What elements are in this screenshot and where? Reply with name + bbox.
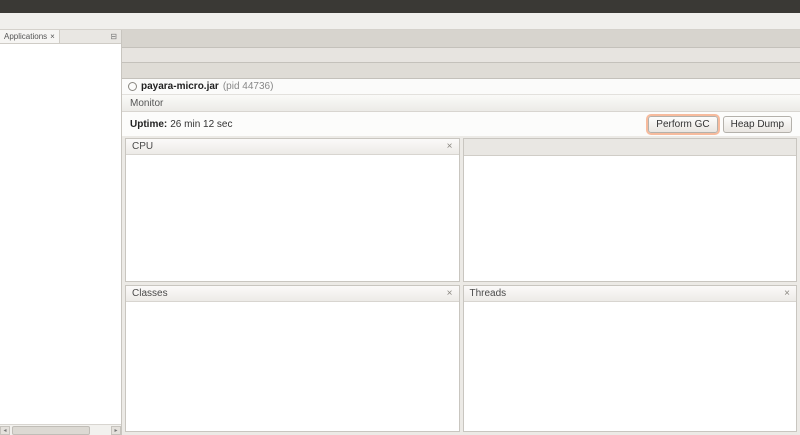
sidebar-header: Applications × ⊟ xyxy=(0,30,121,44)
minimize-icon[interactable]: ⊟ xyxy=(106,32,121,41)
applications-tree xyxy=(0,44,121,424)
cpu-chart xyxy=(126,159,459,256)
scroll-right-icon[interactable]: ▸ xyxy=(111,426,121,435)
threads-legend xyxy=(464,418,797,431)
applications-tab[interactable]: Applications × xyxy=(0,30,60,43)
uptime-value: 26 min 12 sec xyxy=(170,119,232,130)
cpu-legend xyxy=(126,268,459,281)
breadcrumb: payara-micro.jar (pid 44736) xyxy=(122,79,800,95)
breadcrumb-app: payara-micro.jar xyxy=(141,81,219,92)
close-icon[interactable]: × xyxy=(50,32,55,41)
heap-chart xyxy=(464,160,797,256)
close-icon[interactable]: × xyxy=(447,141,453,152)
breadcrumb-pid: (pid 44736) xyxy=(223,81,274,92)
close-icon[interactable]: × xyxy=(784,288,790,299)
perform-gc-button[interactable]: Perform GC xyxy=(648,116,717,133)
uptime-row: Uptime: 26 min 12 sec Perform GC Heap Du… xyxy=(122,112,800,136)
heap-dump-button[interactable]: Heap Dump xyxy=(723,116,792,133)
application-icon xyxy=(128,82,137,91)
heap-legend xyxy=(464,268,797,281)
scrollbar-thumb[interactable] xyxy=(12,426,90,435)
sidebar-horizontal-scrollbar[interactable]: ◂ ▸ xyxy=(0,424,121,435)
cpu-panel-header: CPU × xyxy=(126,139,459,155)
classes-panel-header: Classes × xyxy=(126,286,459,302)
applications-sidebar: Applications × ⊟ ◂ ▸ xyxy=(0,30,122,435)
cpu-panel: CPU × xyxy=(125,138,460,282)
subtab-row-main xyxy=(122,62,800,79)
menu-bar xyxy=(0,0,800,13)
monitor-section-header: Monitor xyxy=(122,95,800,112)
toolbar xyxy=(0,13,800,30)
close-icon[interactable]: × xyxy=(447,288,453,299)
classes-panel-title: Classes xyxy=(132,288,168,299)
uptime-label: Uptime: xyxy=(130,119,167,130)
classes-panel: Classes × xyxy=(125,285,460,432)
monitor-title: Monitor xyxy=(130,98,163,109)
threads-panel-title: Threads xyxy=(470,288,507,299)
threads-chart xyxy=(464,306,797,406)
threads-panel: Threads × xyxy=(463,285,798,432)
classes-legend xyxy=(126,418,459,431)
scroll-left-icon[interactable]: ◂ xyxy=(0,426,10,435)
classes-chart xyxy=(126,306,459,406)
applications-tab-label: Applications xyxy=(4,32,47,41)
cpu-panel-title: CPU xyxy=(132,141,153,152)
threads-panel-header: Threads × xyxy=(464,286,797,302)
subtab-row-top xyxy=(122,47,800,62)
heap-panel xyxy=(463,138,798,282)
heap-panel-tabs xyxy=(464,139,797,156)
document-tab-row xyxy=(122,30,800,47)
